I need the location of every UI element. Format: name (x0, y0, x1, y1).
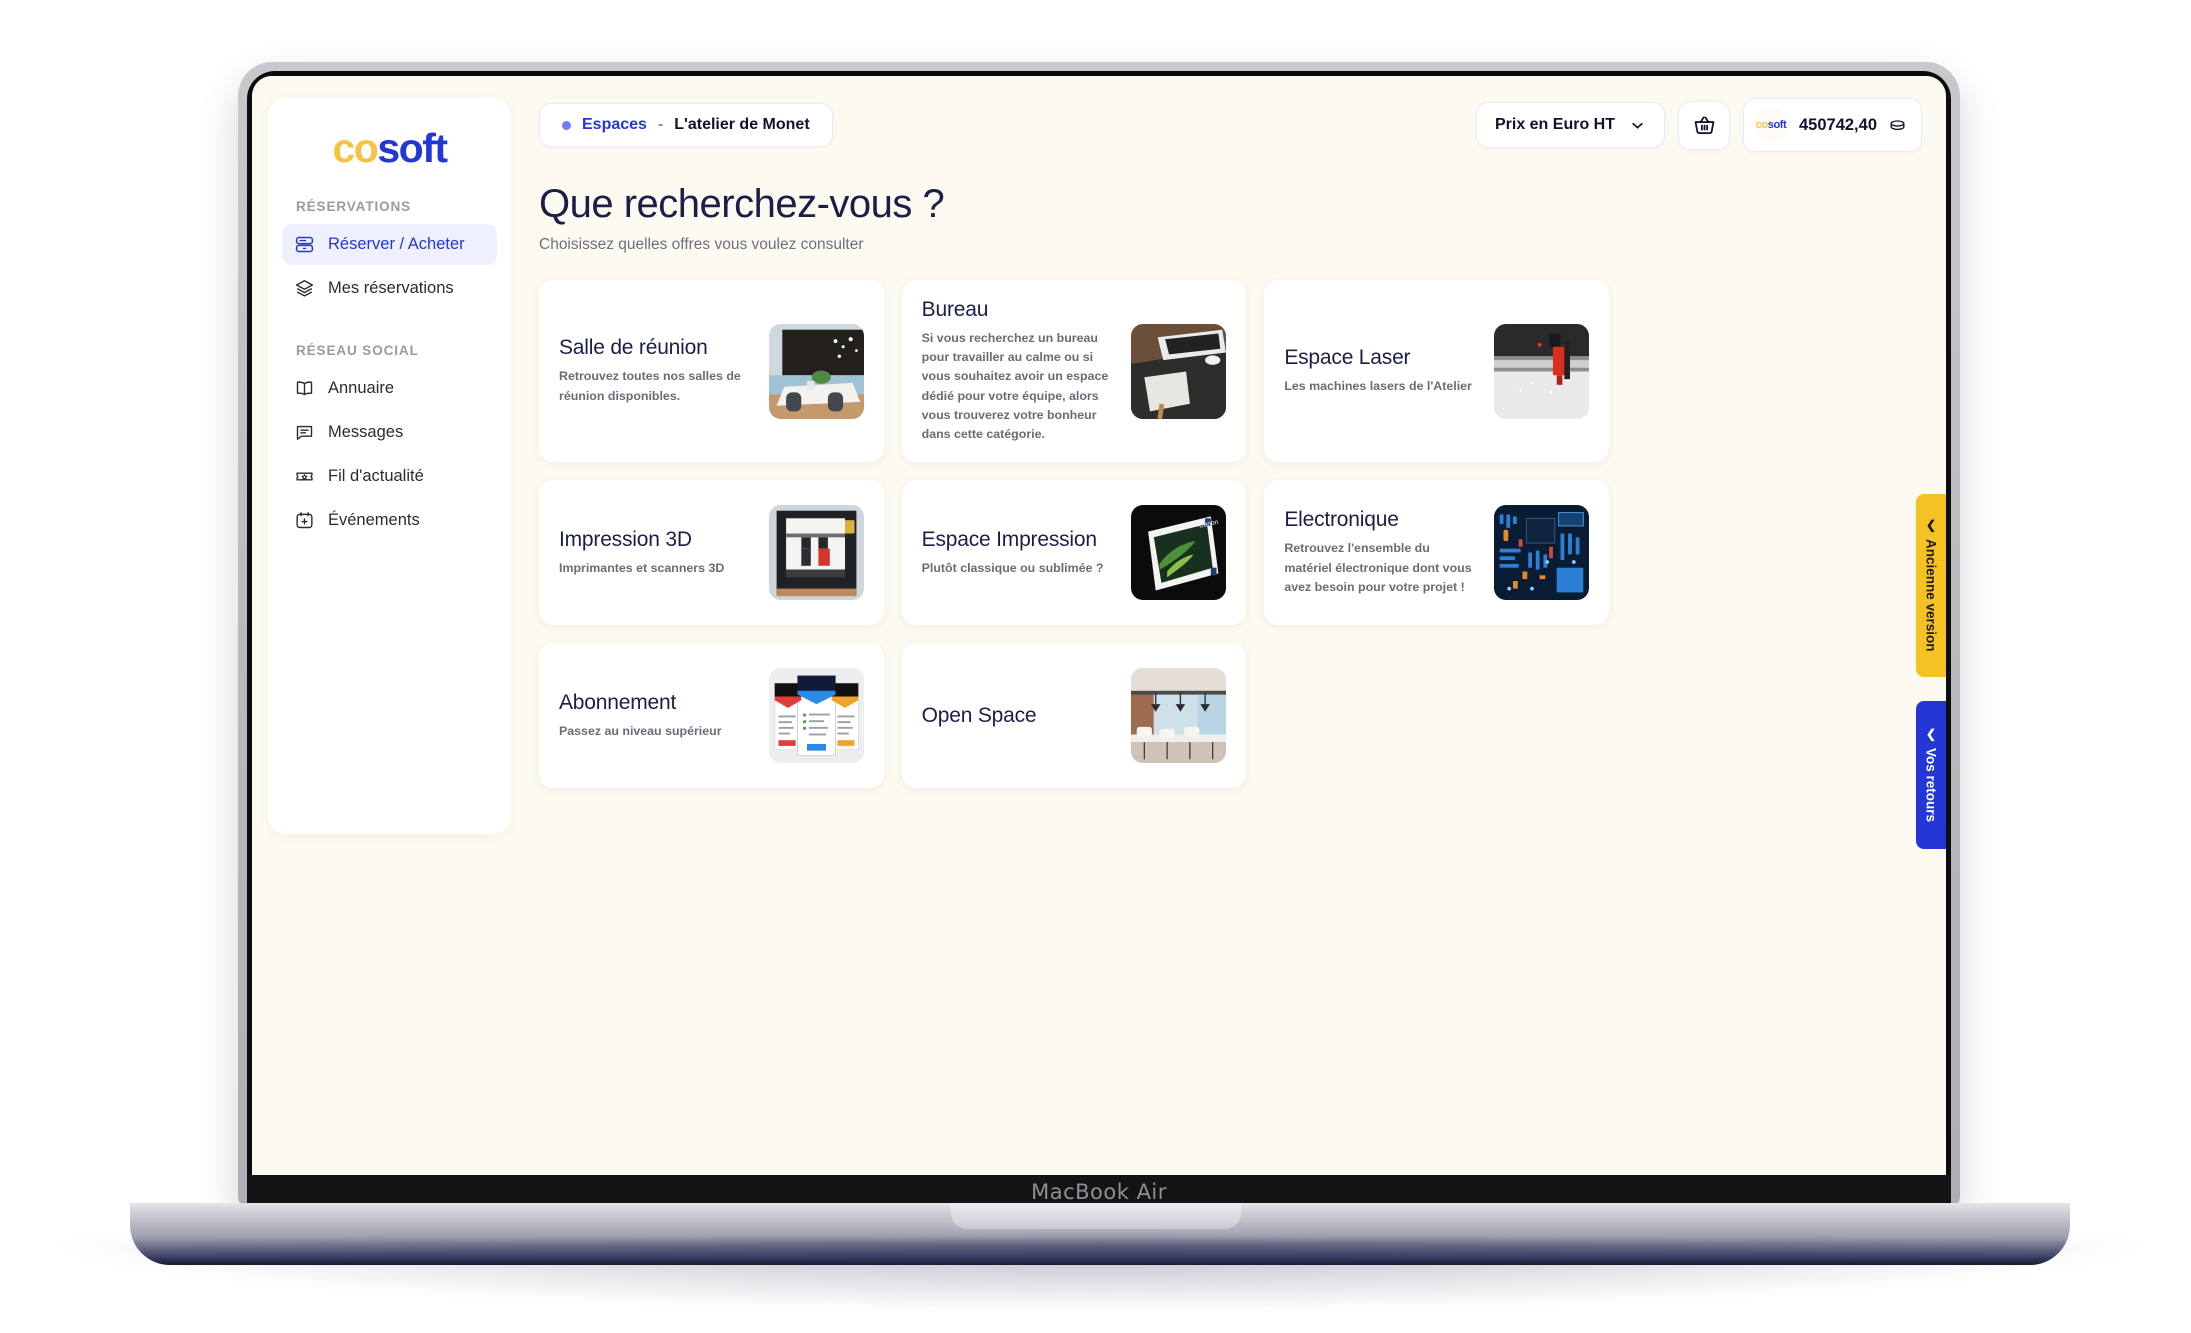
layers-icon (295, 280, 314, 297)
calendar-plus-icon (296, 512, 313, 529)
mini-logo-co: co (1755, 119, 1768, 131)
offer-card-description: Si vous recherchez un bureau pour travai… (921, 331, 1109, 442)
app-window: cosoft RÉSERVATIONS Réserver / Acheter M… (252, 76, 1946, 1175)
breadcrumb-separator: - (657, 116, 664, 133)
breadcrumb-current: L'atelier de Monet (674, 116, 810, 133)
offer-card-description: Plutôt classique ou sublimée ? (921, 560, 1104, 575)
sidebar-item-label: Réserver / Acheter (328, 235, 465, 253)
page-title: Que recherchez-vous ? (539, 182, 945, 226)
sidebar-item-label: Mes réservations (328, 279, 454, 297)
logo-co-text: co (332, 125, 378, 171)
offer-card-impression-3d[interactable]: Impression 3D Imprimantes et scanners 3D (539, 480, 884, 626)
main-content: Espaces - L'atelier de Monet Prix en Eur… (511, 76, 1946, 1175)
mini-logo-soft: soft (1767, 119, 1787, 131)
price-currency-select[interactable]: Prix en Euro HT (1475, 102, 1665, 148)
offer-card-title: Impression 3D (559, 527, 692, 551)
ticket-star-icon (296, 472, 313, 481)
sidebar-item-label: Fil d'actualité (328, 467, 424, 485)
balance-amount: 450742,40 (1799, 115, 1877, 134)
server-icon (295, 236, 314, 253)
laser-machine-photo (1493, 323, 1589, 419)
offer-card-title: Espace Laser (1284, 346, 1411, 370)
breadcrumb-root-link[interactable]: Espaces (582, 116, 647, 134)
price-currency-label: Prix en Euro HT (1494, 116, 1615, 133)
laptop-shadow (60, 1240, 2140, 1310)
topbar-actions: Prix en Euro HT co soft 450742,40 (1475, 98, 1922, 152)
sidebar: cosoft RÉSERVATIONS Réserver / Acheter M… (268, 98, 511, 834)
offer-card-title: Open Space (921, 703, 1037, 727)
sidebar-section-title-reseau-social: RÉSEAU SOCIAL (296, 343, 419, 358)
side-tab-vos-retours[interactable]: ❮ Vos retours (1916, 701, 1946, 849)
offer-card-electronique[interactable]: Electronique Retrouvez l'ensemble du mat… (1264, 480, 1609, 626)
offer-card-abonnement[interactable]: Abonnement Passez au niveau supérieur (539, 643, 884, 789)
device-label: MacBook Air (1031, 1179, 1167, 1204)
offer-card-title: Bureau (921, 298, 989, 321)
breadcrumb-dot-icon (562, 120, 571, 130)
meeting-room-photo (768, 323, 864, 419)
offer-card-bureau[interactable]: Bureau Si vous recherchez un bureau pour… (901, 280, 1247, 463)
app-logo[interactable]: cosoft (282, 114, 497, 195)
sidebar-item-label: Messages (328, 423, 404, 441)
chevron-left-icon: ❮ (1925, 518, 1937, 533)
laptop-base-notch (950, 1203, 1241, 1229)
chevron-down-icon (1632, 122, 1643, 128)
page-subtitle: Choisissez quelles offres vous voulez co… (539, 236, 864, 253)
sidebar-item-annuaire[interactable]: Annuaire (282, 368, 497, 409)
canon-printer-photo: Canon (1131, 505, 1227, 601)
basket-icon (1694, 115, 1714, 134)
offer-card-espace-laser[interactable]: Espace Laser Les machines lasers de l'At… (1264, 280, 1609, 463)
cart-button[interactable] (1678, 100, 1730, 150)
offer-card-description: Retrouvez l'ensemble du matériel électro… (1284, 541, 1472, 594)
breadcrumb[interactable]: Espaces - L'atelier de Monet (539, 103, 833, 147)
circuit-board-photo (1493, 505, 1589, 601)
offer-card-title: Salle de réunion (559, 336, 708, 360)
offer-card-salle-de-reunion[interactable]: Salle de réunion Retrouvez toutes nos sa… (539, 280, 884, 463)
laptop-screen: cosoft RÉSERVATIONS Réserver / Acheter M… (252, 76, 1946, 1175)
pricing-plans-photo (768, 668, 864, 764)
message-icon (296, 425, 313, 440)
coin-icon (1890, 119, 1905, 130)
offer-card-title: Abonnement (559, 690, 677, 714)
offer-card-title: Espace Impression (921, 527, 1097, 551)
chevron-left-icon: ❮ (1925, 726, 1937, 741)
offer-card-description: Retrouvez toutes nos salles de réunion d… (559, 369, 741, 403)
printer-3d-photo (768, 505, 864, 601)
open-space-photo (1131, 668, 1227, 764)
logo-soft-text: soft (377, 125, 448, 171)
balance-brand-logo: co soft (1754, 108, 1788, 142)
offer-card-description: Imprimantes et scanners 3D (559, 560, 725, 575)
topbar: Espaces - L'atelier de Monet Prix en Eur… (539, 98, 1922, 152)
sidebar-section-title-reservations: RÉSERVATIONS (296, 199, 412, 214)
side-tab-ancienne-version[interactable]: ❮ Ancienne version (1916, 494, 1946, 677)
offer-card-espace-impression[interactable]: Espace Impression Plutôt classique ou su… (901, 480, 1247, 626)
sidebar-item-label: Événements (328, 511, 420, 529)
offer-card-description: Passez au niveau supérieur (559, 723, 722, 738)
offer-card-description: Les machines lasers de l'Atelier (1284, 379, 1472, 394)
sidebar-item-messages[interactable]: Messages (282, 412, 497, 453)
book-icon (296, 381, 313, 396)
sidebar-item-fil-dactualite[interactable]: Fil d'actualité (282, 456, 497, 497)
desk-laptop-photo (1131, 323, 1227, 419)
offer-card-title: Electronique (1284, 508, 1399, 532)
screenshot-stage: cosoft RÉSERVATIONS Réserver / Acheter M… (0, 0, 2191, 1333)
sidebar-item-reserver-acheter[interactable]: Réserver / Acheter (282, 224, 497, 265)
side-tab-label: Ancienne version (1923, 539, 1939, 652)
balance-display[interactable]: co soft 450742,40 (1743, 98, 1922, 152)
side-tab-label: Vos retours (1923, 747, 1939, 823)
offers-grid: Salle de réunion Retrouvez toutes nos sa… (539, 280, 1609, 789)
sidebar-item-label: Annuaire (328, 379, 395, 397)
offer-card-open-space[interactable]: Open Space (901, 643, 1247, 789)
sidebar-item-mes-reservations[interactable]: Mes réservations (282, 268, 497, 309)
sidebar-item-evenements[interactable]: Événements (282, 500, 497, 541)
